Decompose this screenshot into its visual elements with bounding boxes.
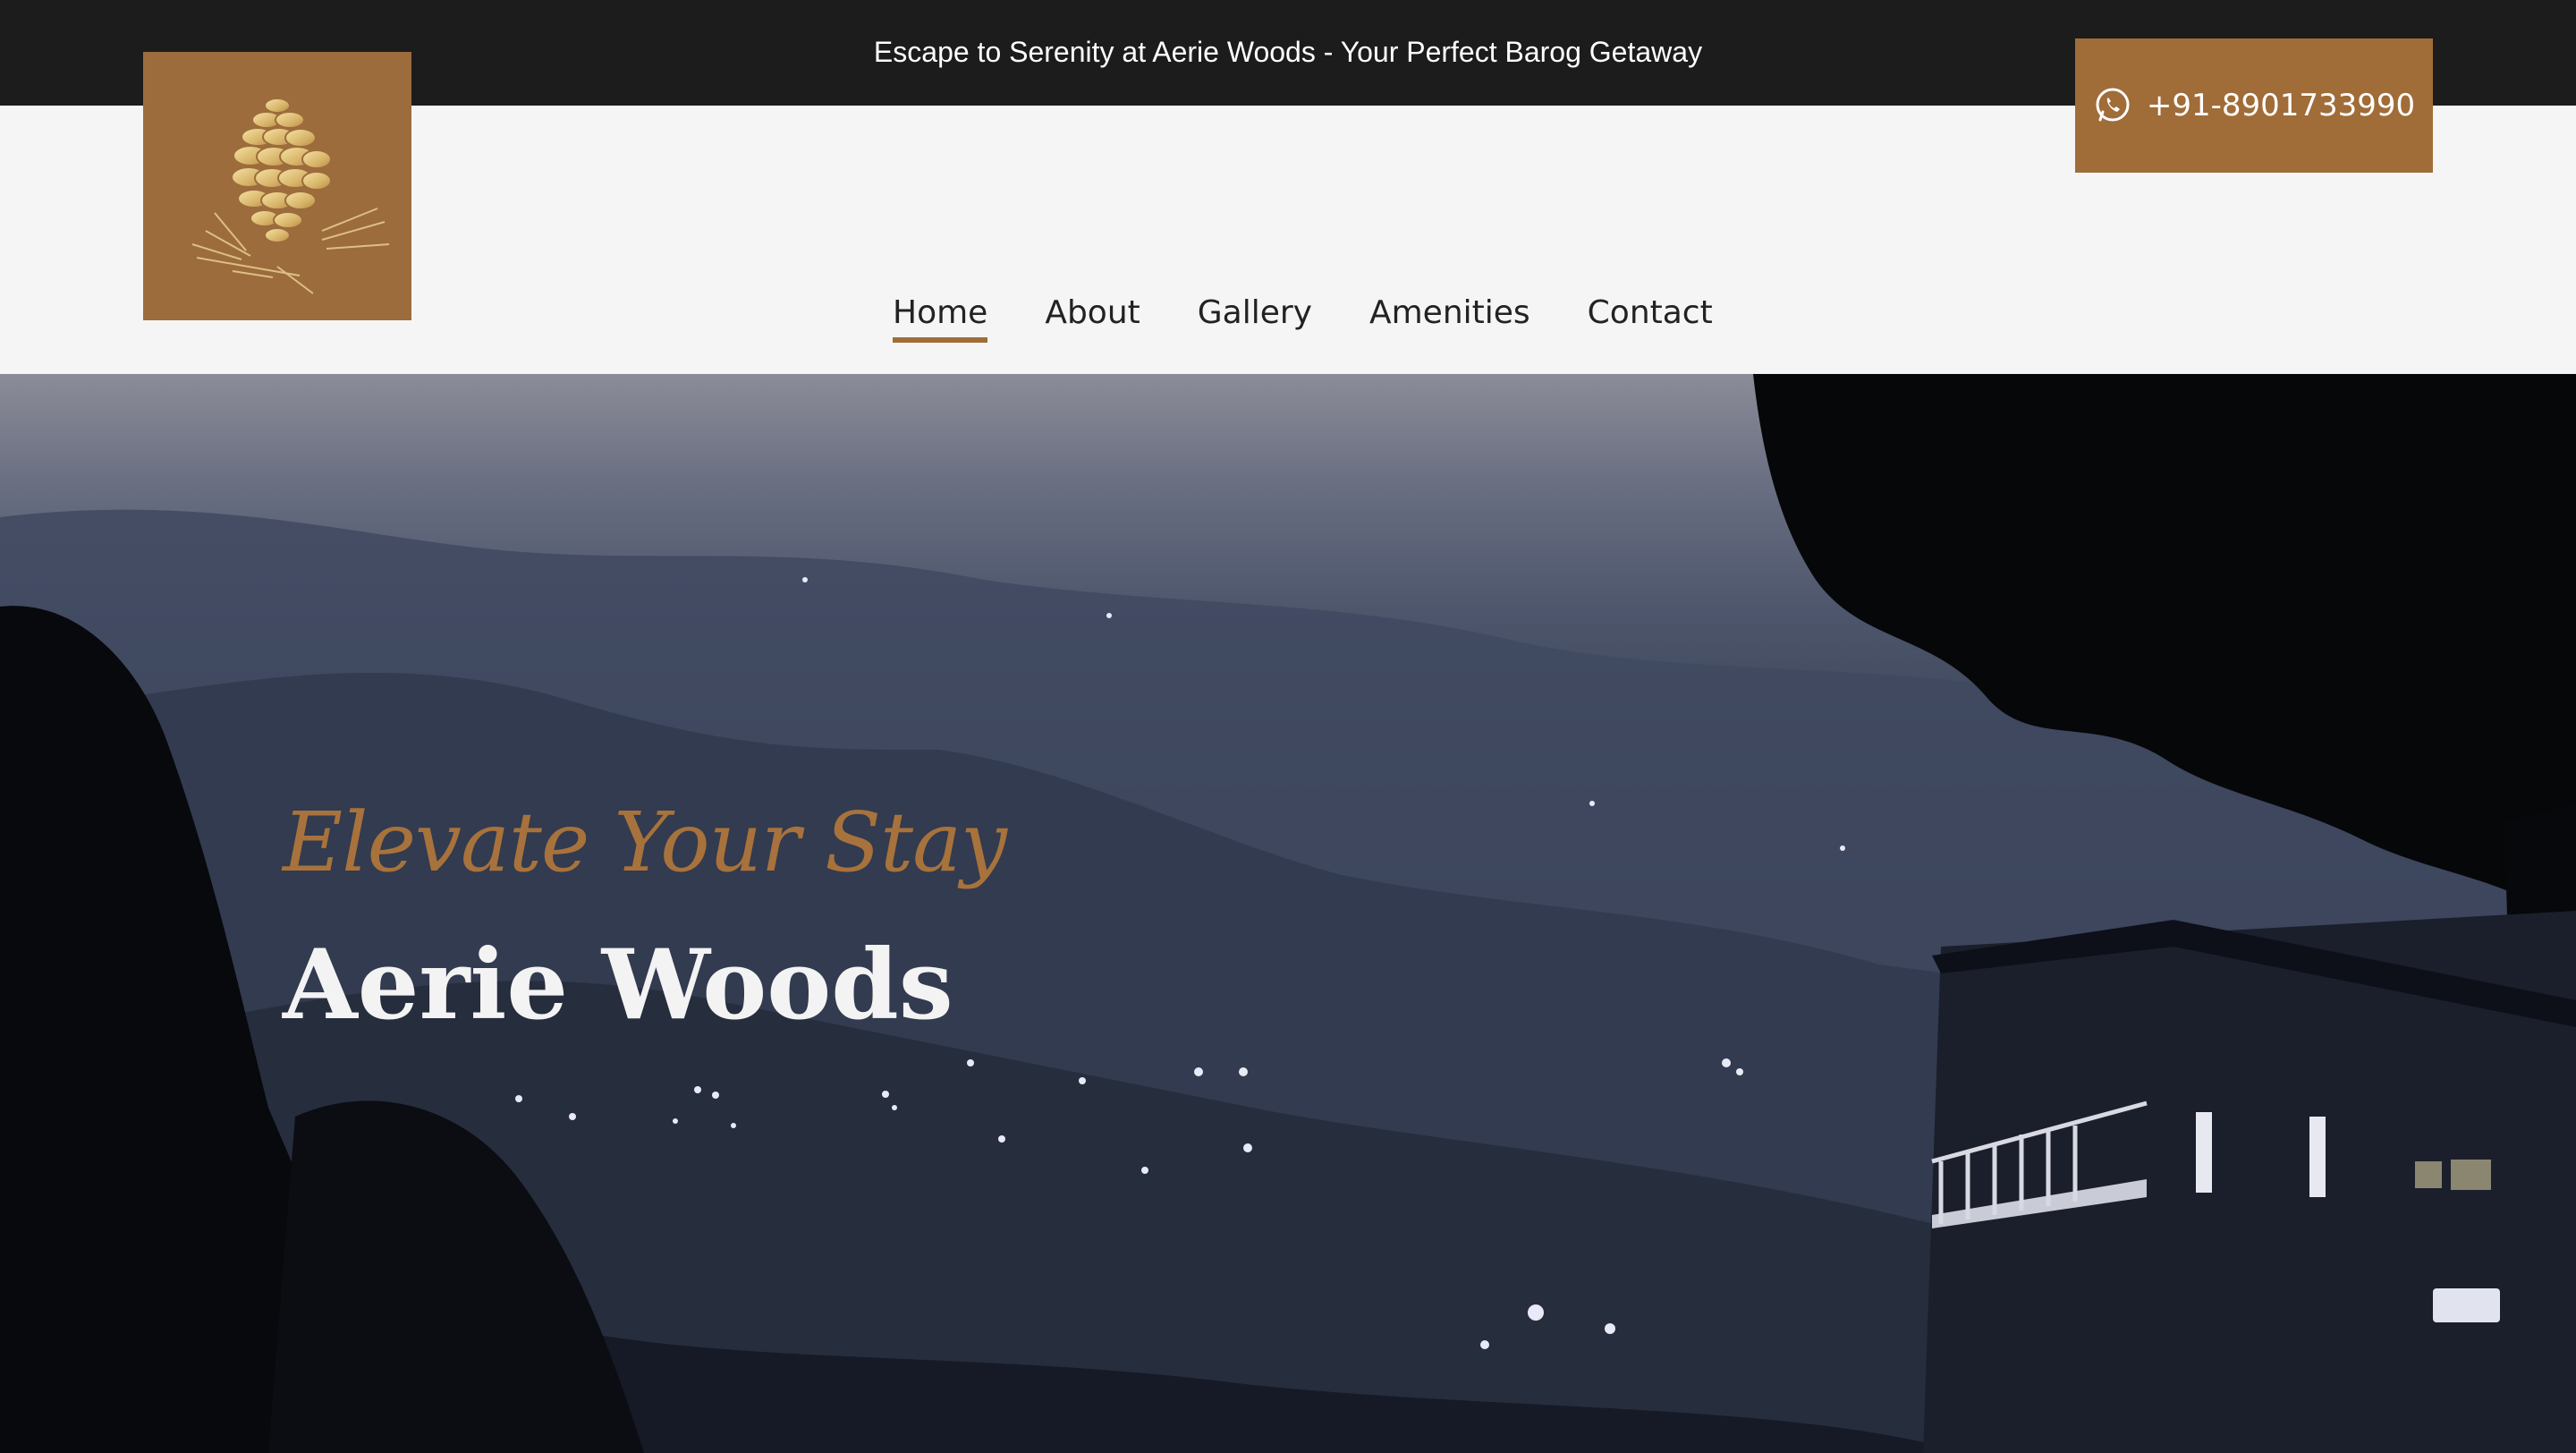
nav-gallery[interactable]: Gallery xyxy=(1198,293,1312,343)
phone-number: +91-8901733990 xyxy=(2146,88,2416,123)
nav-home[interactable]: Home xyxy=(893,293,988,344)
site-logo[interactable] xyxy=(143,52,411,320)
nav-contact[interactable]: Contact xyxy=(1588,293,1713,343)
hero-title: Aerie Woods xyxy=(283,929,953,1041)
whatsapp-icon xyxy=(2096,88,2130,122)
nav-amenities[interactable]: Amenities xyxy=(1369,293,1530,343)
hero-section: Elevate Your Stay Aerie Woods xyxy=(0,374,2576,1453)
hero-background-image xyxy=(0,374,2576,1453)
nav-about[interactable]: About xyxy=(1045,293,1140,343)
whatsapp-call-button[interactable]: +91-8901733990 xyxy=(2075,38,2433,173)
main-nav: Home About Gallery Amenities Contact xyxy=(893,293,1713,347)
pine-cone-icon xyxy=(191,98,390,294)
hero-tagline: Elevate Your Stay xyxy=(283,794,1007,890)
